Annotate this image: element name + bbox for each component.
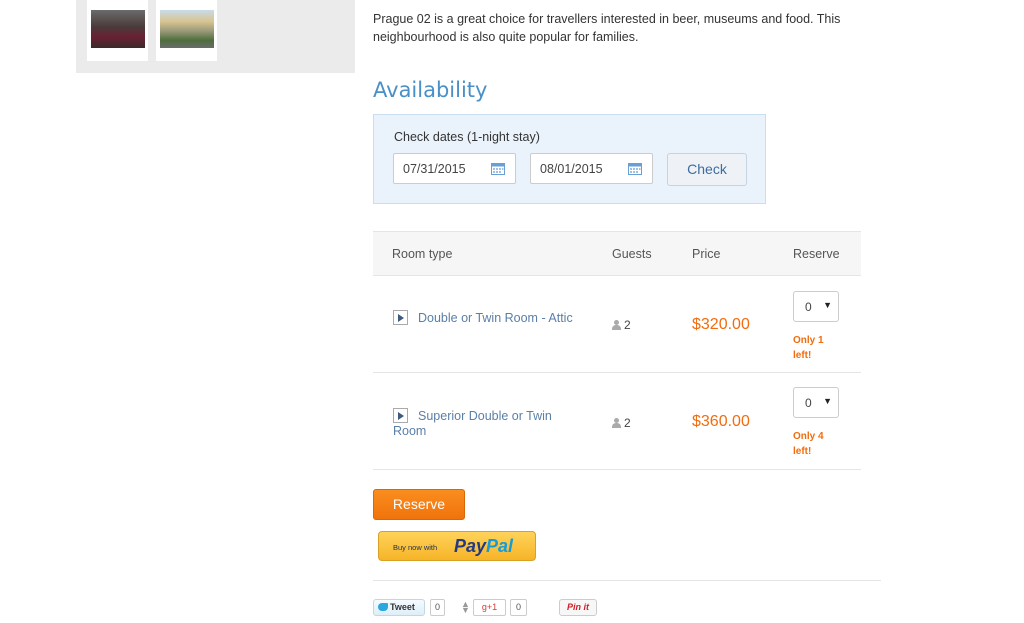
photo-thumbnail[interactable] <box>156 0 217 61</box>
calendar-icon[interactable] <box>491 162 505 175</box>
room-price: $320.00 <box>692 316 750 333</box>
header-room-type: Room type <box>392 247 453 261</box>
availability-note: Only 4 left! <box>793 431 824 457</box>
header-guests: Guests <box>612 247 652 261</box>
checkout-date-input[interactable]: 08/01/2015 <box>530 153 653 184</box>
tweet-label: Tweet <box>390 602 415 612</box>
tweet-button[interactable]: Tweet <box>373 599 425 616</box>
paypal-logo: PayPal <box>454 536 514 556</box>
twitter-bird-icon <box>378 603 388 611</box>
photo-thumbnail[interactable] <box>87 0 148 61</box>
google-plus-button[interactable]: g+1 <box>473 599 506 616</box>
room-photo <box>91 10 145 48</box>
person-icon <box>612 418 621 428</box>
paypal-buy-button[interactable]: Buy now with PayPal <box>378 531 536 561</box>
google-plus-count: 0 <box>510 599 527 616</box>
pinterest-button[interactable]: Pin it <box>559 599 597 616</box>
table-row: Superior Double or Twin Room 2 $360.00 0… <box>373 373 861 470</box>
quantity-value: 0 <box>805 300 812 314</box>
tweet-count: 0 <box>430 599 445 616</box>
neighbourhood-description: Prague 02 is a great choice for travelle… <box>373 12 841 44</box>
check-dates-panel: Check dates (1-night stay) 07/31/2015 08… <box>373 114 766 204</box>
table-header: Room type Guests Price Reserve <box>373 231 861 276</box>
guests-count: 2 <box>612 416 631 430</box>
header-reserve: Reserve <box>793 247 840 261</box>
room-price: $360.00 <box>692 413 750 430</box>
checkout-date-value: 08/01/2015 <box>540 162 603 176</box>
divider <box>373 580 881 581</box>
room-name-link[interactable]: Double or Twin Room - Attic <box>393 311 573 326</box>
dropdown-arrow-icon: ▼ <box>823 396 832 406</box>
table-row: Double or Twin Room - Attic 2 $320.00 0 ▼… <box>373 276 861 373</box>
person-icon <box>612 320 621 330</box>
calendar-icon[interactable] <box>628 162 642 175</box>
reserve-button[interactable]: Reserve <box>373 489 465 520</box>
quantity-value: 0 <box>805 396 812 410</box>
guests-value: 2 <box>624 318 631 332</box>
gplus-arrows-icon: ▲ ▼ <box>461 599 470 615</box>
guests-count: 2 <box>612 318 631 332</box>
reserve-quantity-select[interactable]: 0 ▼ <box>793 291 839 322</box>
checkin-date-input[interactable]: 07/31/2015 <box>393 153 516 184</box>
dropdown-arrow-icon: ▼ <box>823 300 832 310</box>
header-price: Price <box>692 247 721 261</box>
availability-note: Only 1 left! <box>793 335 824 361</box>
reserve-quantity-select[interactable]: 0 ▼ <box>793 387 839 418</box>
guests-value: 2 <box>624 416 631 430</box>
street-photo <box>160 10 214 48</box>
check-dates-label: Check dates (1-night stay) <box>394 130 540 144</box>
check-button[interactable]: Check <box>667 153 747 186</box>
availability-heading: Availability <box>373 78 488 102</box>
paypal-small-text: Buy now with <box>393 543 438 552</box>
room-name-link[interactable]: Superior Double or Twin Room <box>393 409 573 439</box>
checkin-date-value: 07/31/2015 <box>403 162 466 176</box>
photo-gallery-panel <box>76 0 355 73</box>
